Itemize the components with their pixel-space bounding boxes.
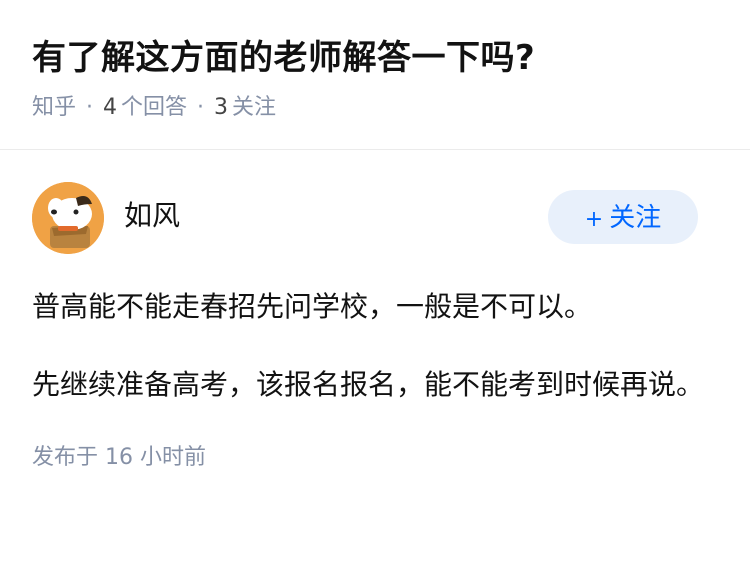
answer-card: 如风 + 关注 普高能不能走春招先问学校，一般是不可以。 先继续准备高考，该报名报… [0, 182, 750, 478]
plus-icon: + [584, 207, 604, 232]
author-name[interactable]: 如风 [124, 196, 180, 236]
avatar[interactable] [32, 182, 104, 254]
separator-dot: · [197, 95, 205, 120]
source-label: 知乎 [32, 95, 77, 120]
author-row: 如风 + 关注 [32, 182, 718, 290]
follow-button[interactable]: + 关注 [548, 190, 698, 244]
answer-content: 普高能不能走春招先问学校，一般是不可以。 先继续准备高考，该报名报名，能不能考到… [32, 282, 718, 410]
cartoon-dog-avatar-icon [32, 182, 104, 254]
followers-label: 关注 [232, 95, 277, 120]
answers-label[interactable]: 个回答 [121, 95, 187, 120]
answer-paragraph: 先继续准备高考，该报名报名，能不能考到时候再说。 [32, 368, 705, 401]
publish-time: 发布于 16 小时前 [32, 438, 718, 478]
publish-time-value: 16 小时前 [105, 445, 207, 470]
question-header: 有了解这方面的老师解答一下吗? 知乎 · 4 个回答 · 3 关注 [0, 0, 750, 150]
publish-prefix: 发布于 [32, 445, 99, 470]
answers-count: 4 [103, 95, 118, 120]
question-title[interactable]: 有了解这方面的老师解答一下吗? [32, 32, 718, 84]
separator-dot: · [86, 95, 94, 120]
followers-count: 3 [214, 95, 229, 120]
question-meta: 知乎 · 4 个回答 · 3 关注 [32, 88, 718, 128]
follow-button-label: 关注 [609, 203, 662, 233]
